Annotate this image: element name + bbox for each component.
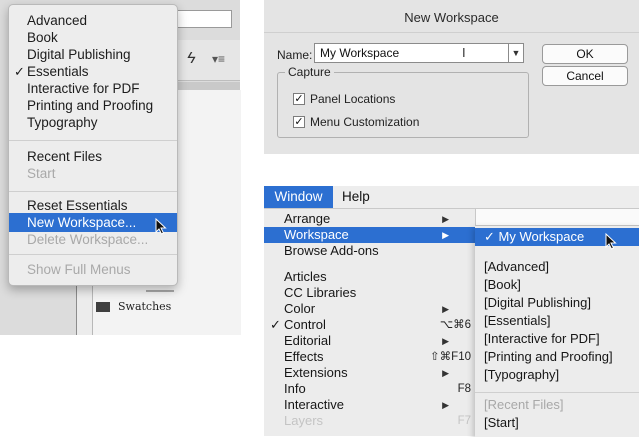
shortcut-label: F7 [457, 415, 471, 427]
search-field[interactable] [174, 10, 232, 28]
menu-item-articles[interactable]: Articles [264, 269, 475, 285]
submenu-item-start[interactable]: [Start] [475, 414, 639, 432]
menu-item-extensions[interactable]: Extensions ▶ [264, 365, 475, 381]
menu-item-browse-add-ons[interactable]: Browse Add-ons [264, 243, 475, 259]
menu-separator [475, 392, 639, 393]
panel-locations-checkbox[interactable]: ✓ [293, 93, 305, 105]
submenu-arrow-icon: ▶ [442, 214, 449, 224]
menubar-help[interactable]: Help [342, 186, 370, 208]
dialog-title: New Workspace [404, 10, 499, 25]
workspace-switcher-panel: ϟ ▾≡ Swatches Advanced Book Digital Publ… [0, 0, 241, 335]
checkmark-icon: ✓ [270, 317, 281, 332]
window-menu-panel: Window Help Arrange ▶ Workspace ▶ Browse A… [264, 186, 639, 437]
submenu-arrow-icon: ▶ [442, 336, 449, 346]
shortcut-label: ⌥⌘6 [439, 319, 471, 331]
submenu-arrow-icon: ▶ [442, 368, 449, 378]
submenu-item-interactive-for-pdf[interactable]: [Interactive for PDF] [475, 330, 639, 348]
lightning-icon[interactable]: ϟ [187, 50, 195, 68]
menu-separator [9, 140, 177, 141]
menu-item-delete-workspace: Delete Workspace... [27, 232, 149, 247]
menu-item-info[interactable]: Info F8 [264, 381, 475, 397]
menu-item-typography[interactable]: Typography [9, 113, 177, 132]
shortcut-label: ⇧⌘F10 [430, 351, 471, 363]
menu-item-show-full-menus: Show Full Menus [27, 262, 131, 277]
workspace-dropdown-menu: Advanced Book Digital Publishing ✓ Essent… [8, 4, 178, 286]
menu-item-effects[interactable]: Effects ⇧⌘F10 [264, 349, 475, 365]
panel-menu-icon[interactable]: ▾≡ [212, 52, 225, 66]
workspace-name-field[interactable]: My Workspace I [314, 43, 524, 63]
menu-item-start: Start [27, 166, 56, 181]
submenu-arrow-icon: ▶ [442, 304, 449, 314]
new-workspace-dialog: New Workspace Name: My Workspace I ▼ Cap… [264, 0, 639, 154]
menu-item-workspace[interactable]: Workspace ▶ [264, 227, 475, 243]
mouse-pointer-icon [155, 218, 167, 235]
menu-separator [9, 191, 177, 192]
shortcut-label: F8 [457, 383, 471, 395]
submenu-item-recent-files: [Recent Files] [484, 397, 564, 412]
menu-item-color[interactable]: Color ▶ [264, 301, 475, 317]
cancel-button[interactable]: Cancel [542, 66, 628, 86]
menu-separator [9, 254, 177, 255]
name-label: Name: [277, 48, 313, 62]
menu-item-cc-libraries[interactable]: CC Libraries [264, 285, 475, 301]
submenu-item-typography[interactable]: [Typography] [475, 366, 639, 384]
submenu-item-printing-and-proofing[interactable]: [Printing and Proofing] [475, 348, 639, 366]
submenu-arrow-icon: ▶ [442, 230, 449, 240]
title-divider [264, 32, 639, 33]
workspace-submenu: ✓ My Workspace [Advanced] [Book] [Digita… [475, 225, 639, 437]
submenu-item-book[interactable]: [Book] [475, 276, 639, 294]
menu-item-layers[interactable]: Layers F7 [264, 413, 475, 429]
menu-item-editorial[interactable]: Editorial ▶ [264, 333, 475, 349]
menu-customization-label: Menu Customization [310, 115, 420, 129]
drag-handle[interactable] [146, 290, 174, 292]
capture-label: Capture [285, 65, 334, 79]
menu-item-arrange[interactable]: Arrange ▶ [264, 211, 475, 227]
window-dropdown-menu: Arrange ▶ Workspace ▶ Browse Add-ons Artic… [264, 209, 476, 436]
submenu-item-digital-publishing[interactable]: [Digital Publishing] [475, 294, 639, 312]
swatches-icon[interactable] [96, 302, 110, 312]
text-cursor-icon: I [462, 45, 466, 60]
name-dropdown-arrow-icon[interactable]: ▼ [508, 43, 524, 63]
panel-locations-label: Panel Locations [310, 92, 396, 106]
submenu-item-advanced[interactable]: [Advanced] [475, 258, 639, 276]
mouse-pointer-icon [605, 233, 617, 250]
swatches-panel-label[interactable]: Swatches [118, 300, 171, 313]
ok-button[interactable]: OK [542, 44, 628, 64]
workspace-name-value: My Workspace [320, 46, 400, 60]
menu-item-control[interactable]: ✓ Control ⌥⌘6 [264, 317, 475, 333]
menubar-window[interactable]: Window [264, 186, 333, 208]
menu-item-interactive[interactable]: Interactive ▶ [264, 397, 475, 413]
submenu-arrow-icon: ▶ [442, 400, 449, 410]
menu-customization-checkbox[interactable]: ✓ [293, 116, 305, 128]
submenu-item-essentials[interactable]: [Essentials] [475, 312, 639, 330]
